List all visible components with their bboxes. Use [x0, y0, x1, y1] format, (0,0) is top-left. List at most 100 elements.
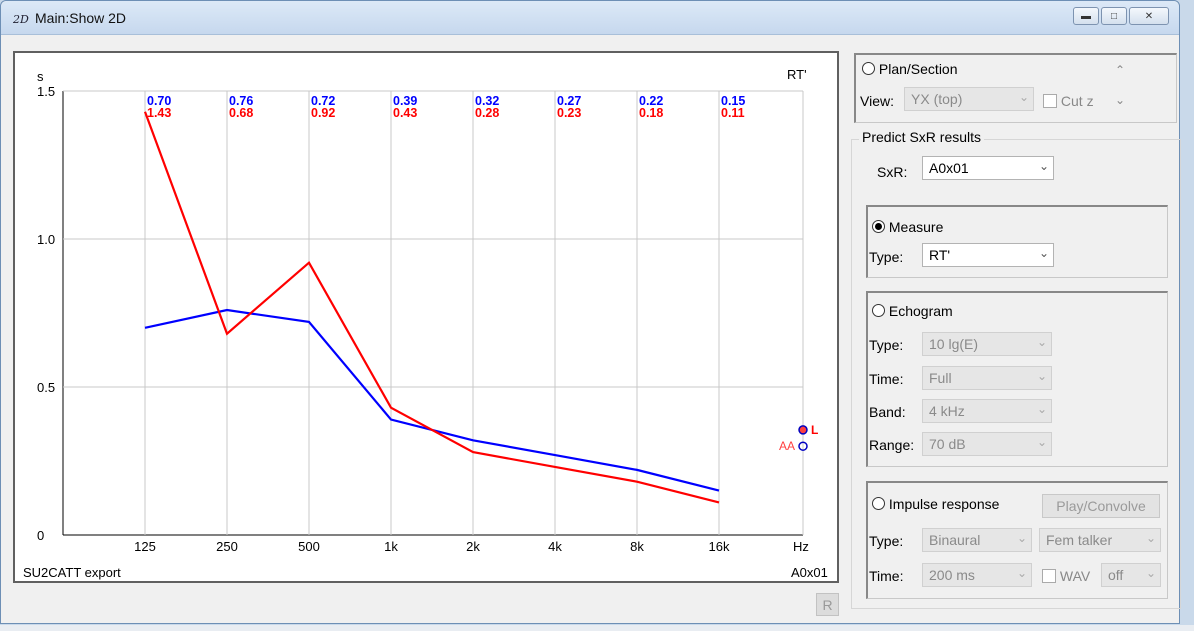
echogram-range-value: 70 dB	[929, 436, 966, 452]
impulse-type-select[interactable]: Binaural ⌄	[922, 528, 1032, 552]
plan-section-label: Plan/Section	[878, 61, 958, 77]
x-tick-label: 2k	[466, 539, 480, 554]
data-label: 0.43	[393, 106, 417, 120]
wav-checkbox-box	[1042, 569, 1056, 583]
footer-right-label: A0x01	[791, 565, 828, 580]
close-icon: ✕	[1144, 10, 1154, 22]
echogram-time-select[interactable]: Full ⌄	[922, 366, 1052, 390]
footer-left-label: SU2CATT export	[23, 565, 121, 580]
data-label: 0.68	[229, 106, 253, 120]
minimize-button[interactable]: ▬	[1073, 7, 1099, 25]
impulse-time-label: Time:	[869, 568, 904, 584]
echogram-range-select[interactable]: 70 dB ⌄	[922, 432, 1052, 456]
plan-section-radio[interactable]: Plan/Section	[862, 61, 958, 77]
view-select[interactable]: YX (top) ⌄	[904, 87, 1034, 111]
maximize-icon: □	[1110, 10, 1118, 22]
series-line	[143, 111, 720, 504]
measure-radio[interactable]: Measure	[872, 219, 943, 235]
receiver-marker	[798, 425, 808, 435]
chevron-down-icon: ⌄	[1036, 435, 1047, 449]
y-axis-label: s	[37, 69, 44, 84]
measure-group	[866, 205, 1168, 278]
wav-select[interactable]: off ⌄	[1101, 563, 1161, 587]
bottom-strip	[0, 625, 1194, 631]
play-convolve-button[interactable]: Play/Convolve	[1042, 494, 1160, 518]
data-label: 1.43	[147, 106, 171, 120]
echogram-band-label: Band:	[869, 404, 906, 420]
cut-z-checkbox-box	[1043, 94, 1057, 108]
sxr-select[interactable]: A0x01 ⌄	[922, 156, 1054, 180]
impulse-time-value: 200 ms	[929, 567, 975, 583]
scroll-up-icon[interactable]: ⌃	[1115, 63, 1125, 77]
rt-chart: 00.51.01.5125 250 500 1k 2k 4k 8k 16k Hzs RT'0.70…	[23, 67, 828, 580]
data-label: 0.23	[557, 106, 581, 120]
chevron-down-icon: ⌄	[1016, 566, 1027, 580]
chevron-down-icon: ⌄	[1038, 246, 1049, 260]
measure-type-select[interactable]: RT' ⌄	[922, 243, 1054, 267]
wav-value: off	[1108, 567, 1124, 583]
echogram-range-label: Range:	[869, 437, 915, 453]
data-label: 0.18	[639, 106, 663, 120]
view-label: View:	[860, 93, 894, 109]
chevron-down-icon: ⌄	[1036, 402, 1047, 416]
view-select-value: YX (top)	[911, 91, 963, 107]
impulse-radio-icon	[872, 497, 885, 510]
sxr-label: SxR:	[877, 164, 908, 180]
chevron-down-icon: ⌄	[1016, 531, 1027, 545]
x-tick-label: 500	[298, 539, 320, 554]
x-tick-label: 250	[216, 539, 238, 554]
echogram-time-label: Time:	[869, 371, 904, 387]
source-marker: AA	[779, 439, 795, 453]
plot-area[interactable]: 0 0.5 1.0 1.5 125 250 500 1k 2k 4k 8k 16k Hz s RT' 0.70…	[13, 51, 839, 583]
impulse-time-select[interactable]: 200 ms ⌄	[922, 563, 1032, 587]
r-button[interactable]: R	[816, 593, 839, 616]
scroll-down-icon[interactable]: ⌄	[1115, 93, 1125, 107]
series-line	[144, 308, 720, 492]
minimize-icon: ▬	[1081, 10, 1091, 22]
x-tick-label: 125	[134, 539, 156, 554]
impulse-type-value: Binaural	[929, 532, 981, 548]
data-label: 0.28	[475, 106, 499, 120]
chevron-down-icon: ⌄	[1036, 335, 1047, 349]
close-button[interactable]: ✕	[1129, 7, 1169, 25]
x-tick-label: 8k	[630, 539, 644, 554]
x-tick-label: 1k	[384, 539, 398, 554]
cut-z-label: Cut z	[1060, 93, 1094, 109]
measure-type-label: Type:	[869, 249, 904, 265]
listener-marker-label: L	[811, 423, 818, 437]
x-tick-label: 4k	[548, 539, 562, 554]
data-label: 0.11	[721, 106, 745, 120]
chevron-down-icon: ⌄	[1145, 531, 1156, 545]
impulse-radio[interactable]: Impulse response	[872, 496, 999, 512]
echogram-radio-icon	[872, 304, 885, 317]
impulse-label: Impulse response	[888, 496, 1000, 512]
cut-z-checkbox[interactable]: Cut z	[1043, 93, 1094, 109]
main-window: 2D Main:Show 2D ▬ □ ✕ 0 0.5 1.0 1.5 125 250 50…	[0, 0, 1181, 624]
talker-select[interactable]: Fem talker ⌄	[1039, 528, 1161, 552]
chevron-down-icon: ⌄	[1018, 90, 1029, 104]
chevron-down-icon: ⌄	[1038, 159, 1049, 173]
app-icon: 2D	[13, 13, 29, 26]
measure-label: Measure	[888, 219, 944, 235]
echogram-type-select[interactable]: 10 lg(E) ⌄	[922, 332, 1052, 356]
title-bar[interactable]: 2D Main:Show 2D ▬ □ ✕	[1, 1, 1179, 35]
x-axis-label: Hz	[793, 539, 809, 554]
echogram-time-value: Full	[929, 370, 952, 386]
echogram-type-value: 10 lg(E)	[929, 336, 979, 352]
predict-group-label: Predict SxR results	[859, 129, 985, 145]
chevron-down-icon: ⌄	[1145, 566, 1156, 580]
plan-section-radio-icon	[862, 62, 875, 75]
measure-type-value: RT'	[929, 247, 951, 263]
echogram-label: Echogram	[888, 303, 953, 319]
y-tick-label: 1.5	[37, 84, 55, 99]
measure-radio-icon	[872, 220, 885, 233]
echogram-band-select[interactable]: 4 kHz ⌄	[922, 399, 1052, 423]
y-tick-label: 0.5	[37, 380, 55, 395]
echogram-band-value: 4 kHz	[929, 403, 965, 419]
talker-value: Fem talker	[1046, 532, 1113, 548]
maximize-button[interactable]: □	[1101, 7, 1127, 25]
echogram-radio[interactable]: Echogram	[872, 303, 953, 319]
wav-checkbox[interactable]: WAV	[1042, 568, 1090, 584]
y-tick-label: 1.0	[37, 232, 55, 247]
chevron-down-icon: ⌄	[1036, 369, 1047, 383]
